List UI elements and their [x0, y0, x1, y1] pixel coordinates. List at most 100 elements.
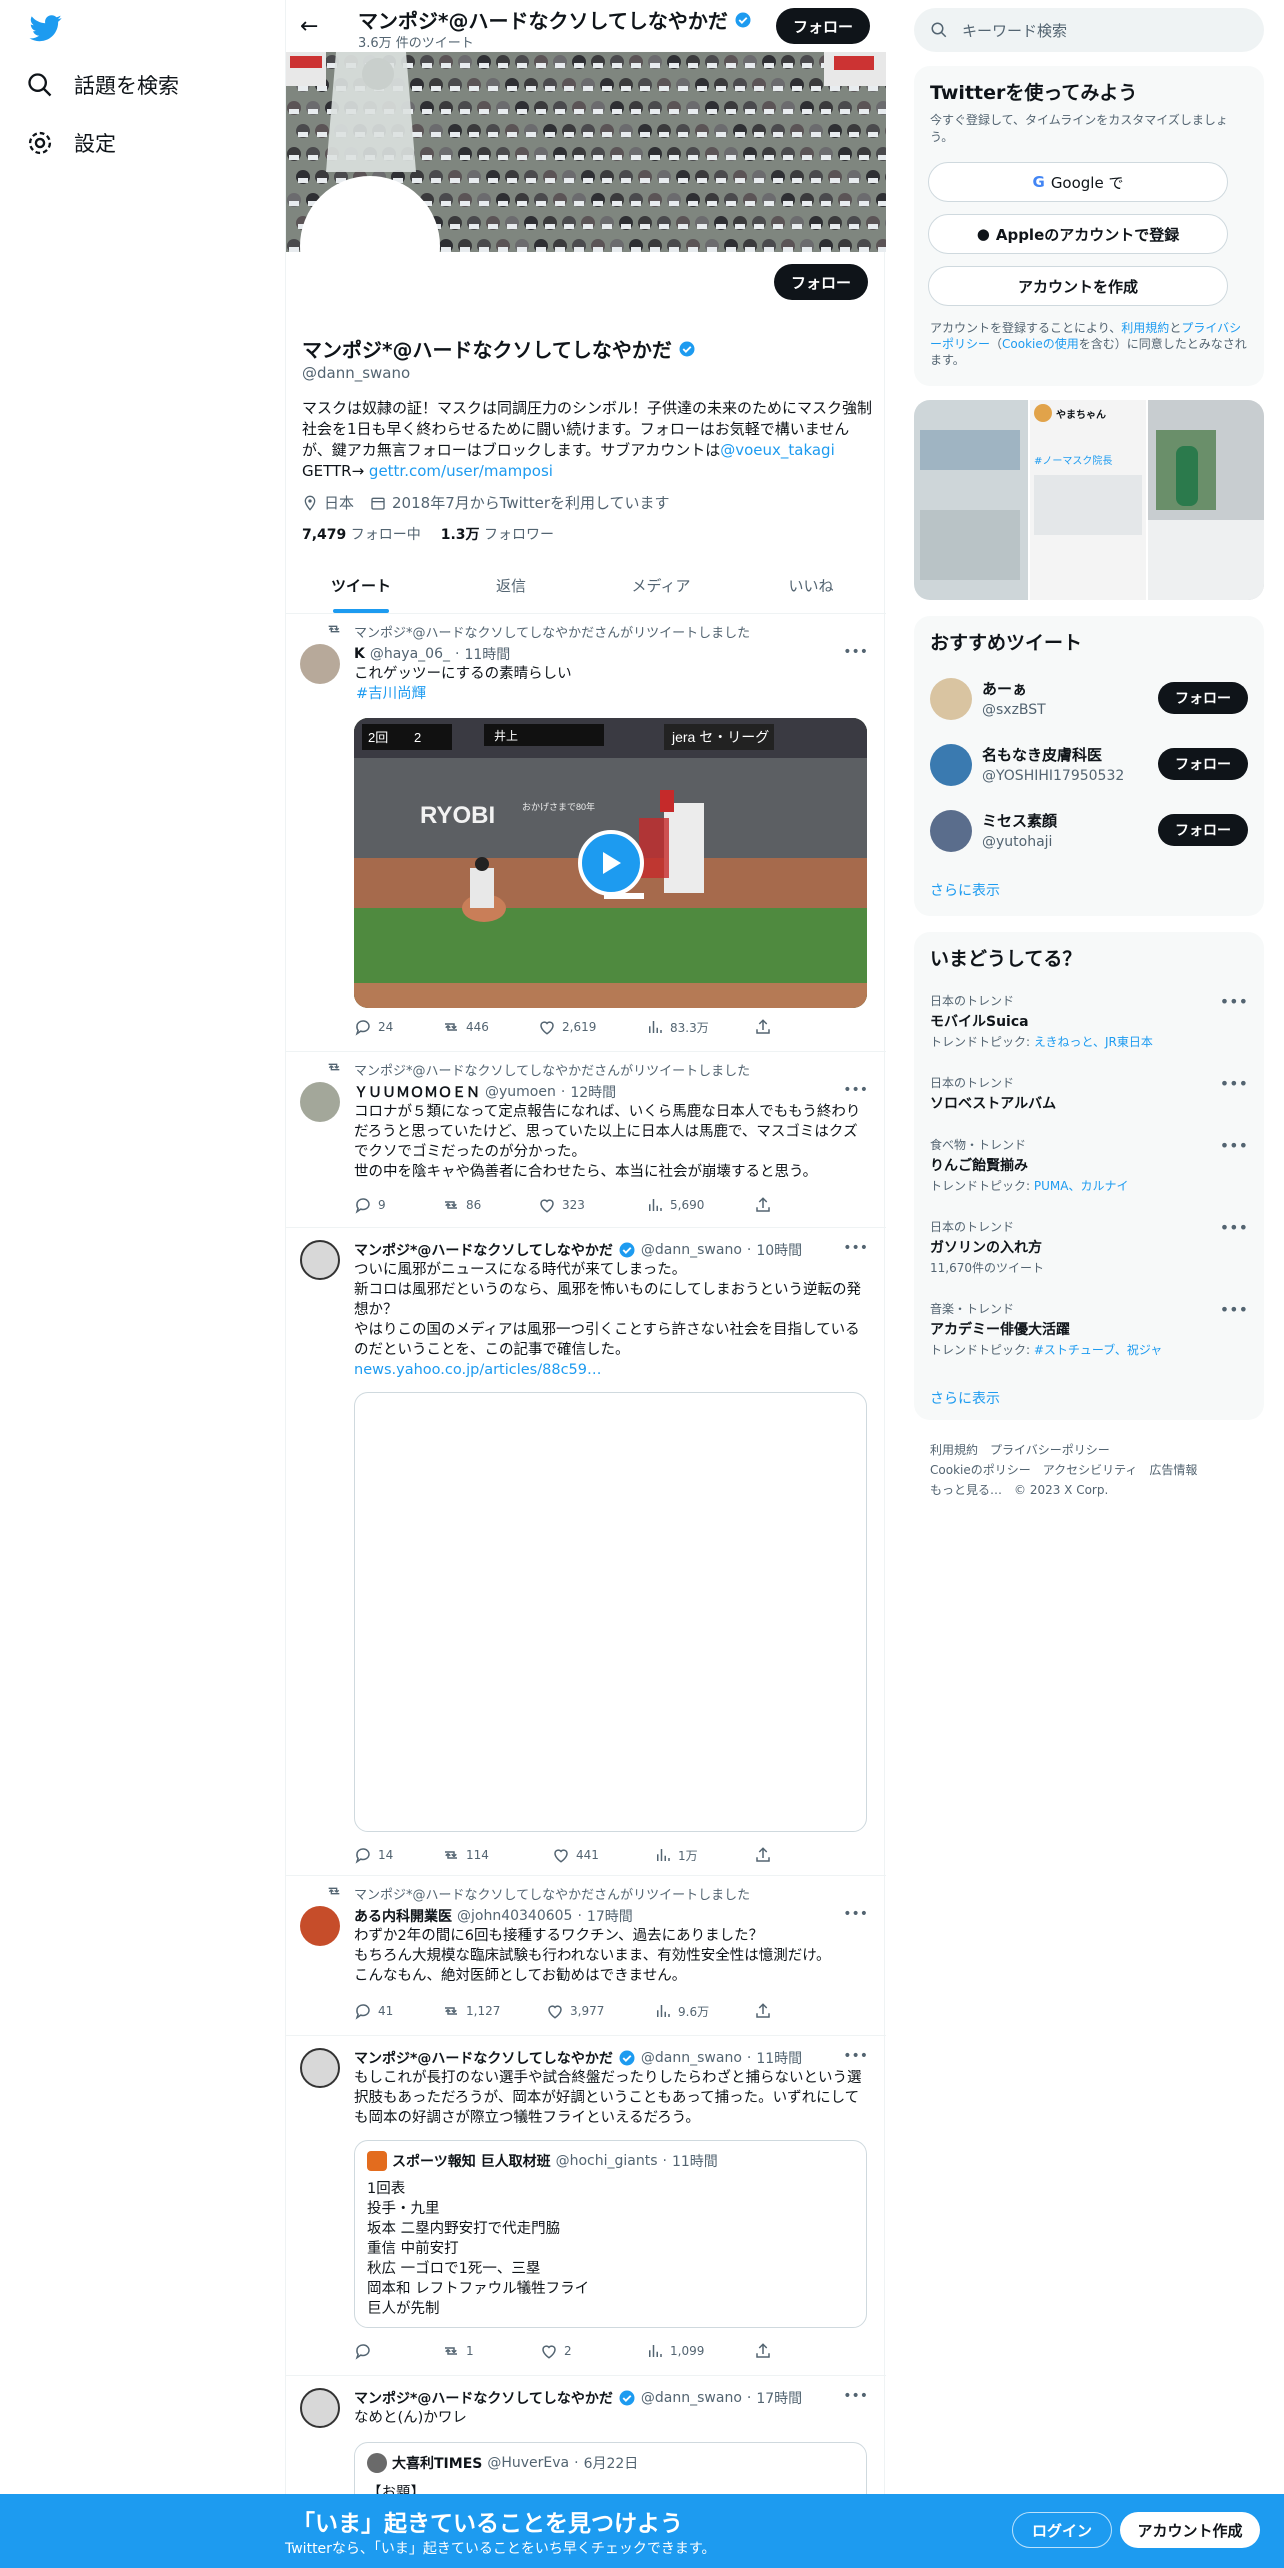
tweet-3[interactable]: マンポジ*@ハードなクソしてしなやかだ @dann_swano · 10時間 •…: [286, 1228, 886, 1876]
trends-show-more[interactable]: さらに表示: [930, 1388, 1000, 1408]
retweet-button[interactable]: 1,127: [442, 2002, 500, 2020]
avatar[interactable]: [300, 1906, 340, 1946]
views-button[interactable]: 9.6万: [654, 2002, 709, 2020]
trend-item-3[interactable]: 食べ物・トレンド りんご飴賢揃み トレンドトピック: PUMA、カルナイ •••: [930, 1136, 1248, 1194]
reply-button[interactable]: [354, 2342, 378, 2360]
media-thumb-3[interactable]: [1148, 400, 1264, 600]
like-button[interactable]: 3,977: [546, 2002, 604, 2020]
avatar[interactable]: [300, 2388, 340, 2428]
trend-item-2[interactable]: 日本のトレンド ソロベストアルバム •••: [930, 1074, 1248, 1113]
rec-user-3[interactable]: ミセス素顔 @yutohaji フォロー: [930, 804, 1248, 860]
more-icon[interactable]: •••: [843, 1082, 868, 1098]
footer-line-2[interactable]: Cookieのポリシー アクセシビリティ 広告情報: [930, 1460, 1197, 1480]
followers-link[interactable]: 1.3万 フォロワー: [441, 524, 554, 544]
login-button[interactable]: ログイン: [1012, 2512, 1112, 2548]
footer-line-3[interactable]: もっと見る… © 2023 X Corp.: [930, 1480, 1197, 1500]
tab-likes[interactable]: いいね: [736, 560, 886, 613]
profile-avatar[interactable]: [300, 176, 440, 316]
tweet-time[interactable]: 11時間: [464, 644, 510, 664]
trend-item-1[interactable]: 日本のトレンド モバイルSuica トレンドトピック: えきねっと、JR東日本 …: [930, 992, 1248, 1050]
bio-link-account[interactable]: @voeux_takagi: [720, 441, 835, 459]
cookie-link[interactable]: Cookieの使用: [1002, 337, 1079, 351]
tweet-handle[interactable]: @dann_swano: [641, 2050, 742, 2066]
tweet-handle[interactable]: @dann_swano: [641, 1242, 742, 1258]
rec-show-more[interactable]: さらに表示: [930, 880, 1000, 900]
share-button[interactable]: [754, 2342, 772, 2360]
more-icon[interactable]: •••: [843, 644, 868, 660]
more-icon[interactable]: •••: [843, 2048, 868, 2064]
trend-topic-links[interactable]: PUMA、カルナイ: [1034, 1179, 1129, 1193]
trend-topic-links[interactable]: えきねっと、JR東日本: [1034, 1035, 1153, 1049]
tweet-author[interactable]: ある内科開業医: [354, 1906, 452, 1926]
avatar[interactable]: [300, 1240, 340, 1280]
tweet-time[interactable]: 11時間: [756, 2048, 802, 2068]
rec-user-2[interactable]: 名もなき皮膚科医 @YOSHIHI17950532 フォロー: [930, 738, 1248, 794]
twitter-bird-icon[interactable]: [28, 12, 64, 44]
views-button[interactable]: 5,690: [646, 1196, 704, 1214]
reply-button[interactable]: 9: [354, 1196, 386, 1214]
tweet-time[interactable]: 17時間: [756, 2388, 802, 2408]
share-button[interactable]: [754, 1196, 772, 1214]
share-button[interactable]: [754, 1846, 772, 1864]
tweet-author[interactable]: K: [354, 646, 365, 662]
avatar[interactable]: [300, 644, 340, 684]
google-signup-button[interactable]: G Google で: [928, 162, 1228, 202]
follow-button-header[interactable]: フォロー: [776, 8, 870, 44]
create-account-button[interactable]: アカウントを作成: [928, 266, 1228, 306]
avatar[interactable]: [300, 1082, 340, 1122]
retweet-button[interactable]: 86: [442, 1196, 481, 1214]
signup-button[interactable]: アカウント作成: [1120, 2512, 1260, 2548]
rec-follow-button[interactable]: フォロー: [1158, 814, 1248, 846]
article-link[interactable]: news.yahoo.co.jp/articles/88c59…: [354, 1362, 602, 1378]
link-card[interactable]: [354, 1392, 867, 1832]
retweet-button[interactable]: 114: [442, 1846, 489, 1864]
tweet-author[interactable]: マンポジ*@ハードなクソしてしなやかだ: [354, 1240, 613, 1260]
tab-tweets[interactable]: ツイート: [286, 560, 436, 613]
nav-explore[interactable]: 話題を検索: [26, 70, 179, 100]
quoted-tweet[interactable]: スポーツ報知 巨人取材班 @hochi_giants · 11時間 1回表 投手…: [354, 2140, 867, 2328]
trend-item-4[interactable]: 日本のトレンド ガソリンの入れ方 11,670件のツイート •••: [930, 1218, 1248, 1276]
following-link[interactable]: 7,479 フォロー中: [302, 524, 421, 544]
back-arrow-icon[interactable]: ←: [300, 14, 318, 39]
rec-follow-button[interactable]: フォロー: [1158, 682, 1248, 714]
search-placeholder[interactable]: キーワード検索: [962, 20, 1067, 41]
tweet-handle[interactable]: @dann_swano: [641, 2390, 742, 2406]
tweet-author[interactable]: ＹＵＵＭＯＭＯＥＮ: [354, 1082, 480, 1102]
reply-button[interactable]: 24: [354, 1018, 393, 1036]
tweet-time[interactable]: 17時間: [587, 1906, 633, 1926]
tab-media[interactable]: メディア: [586, 560, 736, 613]
more-icon[interactable]: •••: [843, 1240, 868, 1256]
share-button[interactable]: [754, 1018, 772, 1036]
more-icon[interactable]: •••: [1220, 1136, 1248, 1155]
media-thumb-1[interactable]: [914, 400, 1028, 600]
avatar[interactable]: [300, 2048, 340, 2088]
apple-signup-button[interactable]: ● Appleのアカウントで登録: [928, 214, 1228, 254]
media-thumb-2[interactable]: やまちゃん #ノーマスク院長: [1030, 400, 1146, 600]
trend-topic-links[interactable]: #ストチューブ、祝ジャ: [1034, 1343, 1162, 1357]
more-icon[interactable]: •••: [843, 1906, 868, 1922]
media-gallery[interactable]: やまちゃん #ノーマスク院長: [914, 400, 1264, 600]
retweet-button[interactable]: 1: [442, 2342, 474, 2360]
nav-settings[interactable]: 設定: [26, 128, 116, 158]
trend-item-5[interactable]: 音楽・トレンド アカデミー俳優大活躍 トレンドトピック: #ストチューブ、祝ジャ…: [930, 1300, 1248, 1358]
views-button[interactable]: 1,099: [646, 2342, 704, 2360]
tweet-1[interactable]: マンポジ*@ハードなクソしてしなやかださんがリツイートしました K @haya_…: [286, 614, 886, 1052]
hashtag-link[interactable]: #吉川尚輝: [356, 686, 426, 702]
tweet-handle[interactable]: @haya_06_: [370, 646, 450, 662]
more-icon[interactable]: •••: [1220, 1074, 1248, 1093]
tab-replies[interactable]: 返信: [436, 560, 586, 613]
tweet-time[interactable]: 10時間: [756, 1240, 802, 1260]
terms-link[interactable]: 利用規約: [1121, 321, 1169, 335]
footer-line-1[interactable]: 利用規約 プライバシーポリシー: [930, 1440, 1197, 1460]
views-button[interactable]: 1万: [654, 1846, 698, 1864]
tweet-author[interactable]: マンポジ*@ハードなクソしてしなやかだ: [354, 2388, 613, 2408]
tweet-author[interactable]: マンポジ*@ハードなクソしてしなやかだ: [354, 2048, 613, 2068]
rec-user-1[interactable]: あーぁ @sxzBST フォロー: [930, 672, 1248, 728]
more-icon[interactable]: •••: [1220, 1300, 1248, 1319]
reply-button[interactable]: 14: [354, 1846, 393, 1864]
more-icon[interactable]: •••: [1220, 1218, 1248, 1237]
more-icon[interactable]: •••: [1220, 992, 1248, 1011]
more-icon[interactable]: •••: [843, 2388, 868, 2404]
tweet-5[interactable]: マンポジ*@ハードなクソしてしなやかだ @dann_swano · 11時間 •…: [286, 2036, 886, 2376]
video-media[interactable]: 2回 2 井上 jera セ・リーグ RYOBI おかげさまで80年: [354, 718, 867, 1008]
